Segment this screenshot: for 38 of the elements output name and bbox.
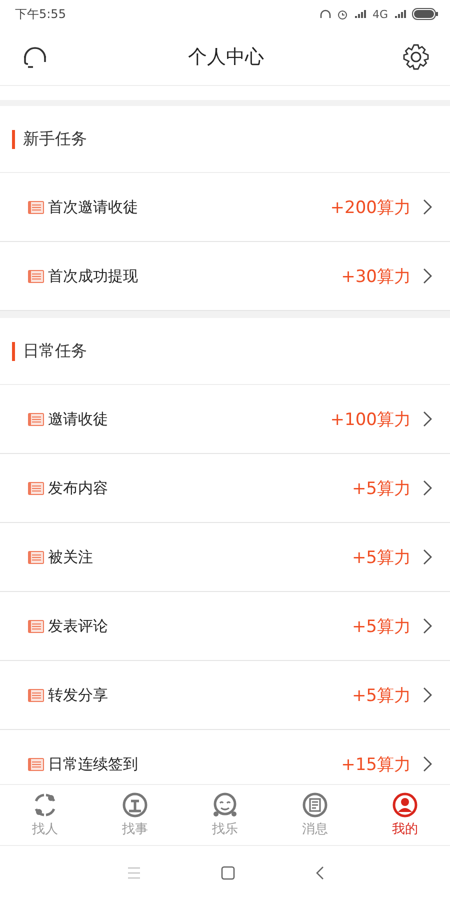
page-title: 个人中心 [188,44,264,70]
document-icon [28,688,44,702]
task-row[interactable]: 发表评论 +5算力 [0,592,450,661]
network-type: 4G [372,8,388,20]
chevron-right-icon [423,268,432,284]
document-icon [28,620,44,632]
document-icon [28,412,44,426]
chevron-right-icon [423,618,432,634]
chevron-right-icon [423,411,432,427]
chevron-right-icon [423,756,432,772]
task-row[interactable]: 首次邀请收徒 +200算力 [0,173,450,242]
document-icon [28,270,44,282]
chevron-right-icon [423,480,432,496]
chevron-right-icon [423,687,432,703]
tab-item[interactable]: 我的 [360,785,450,845]
chevron-right-icon [423,549,432,565]
chevron-right-icon [423,199,432,215]
signal-icon [394,9,406,19]
headphones-icon [320,8,332,20]
task-row[interactable]: 发布内容 +5算力 [0,454,450,523]
document-icon [28,550,44,564]
document-icon [28,200,44,214]
section-title: 新手任务 [23,128,87,150]
task-row[interactable]: 被关注 +5算力 [0,523,450,592]
back-icon[interactable] [314,866,324,880]
settings-icon[interactable] [402,42,430,70]
home-square-icon[interactable] [220,866,234,880]
alarm-clock-icon [337,8,348,20]
signal-icon [354,9,366,19]
status-time: 下午5:55 [15,6,66,22]
section-title: 日常任务 [23,340,87,362]
task-row[interactable]: 邀请收徒 +100算力 [0,385,450,454]
section-marker [12,342,15,360]
section-marker [12,130,15,148]
battery-icon [412,8,438,20]
document-icon [28,758,44,770]
document-icon [28,482,44,494]
task-row[interactable]: 转发分享 +5算力 [0,661,450,730]
